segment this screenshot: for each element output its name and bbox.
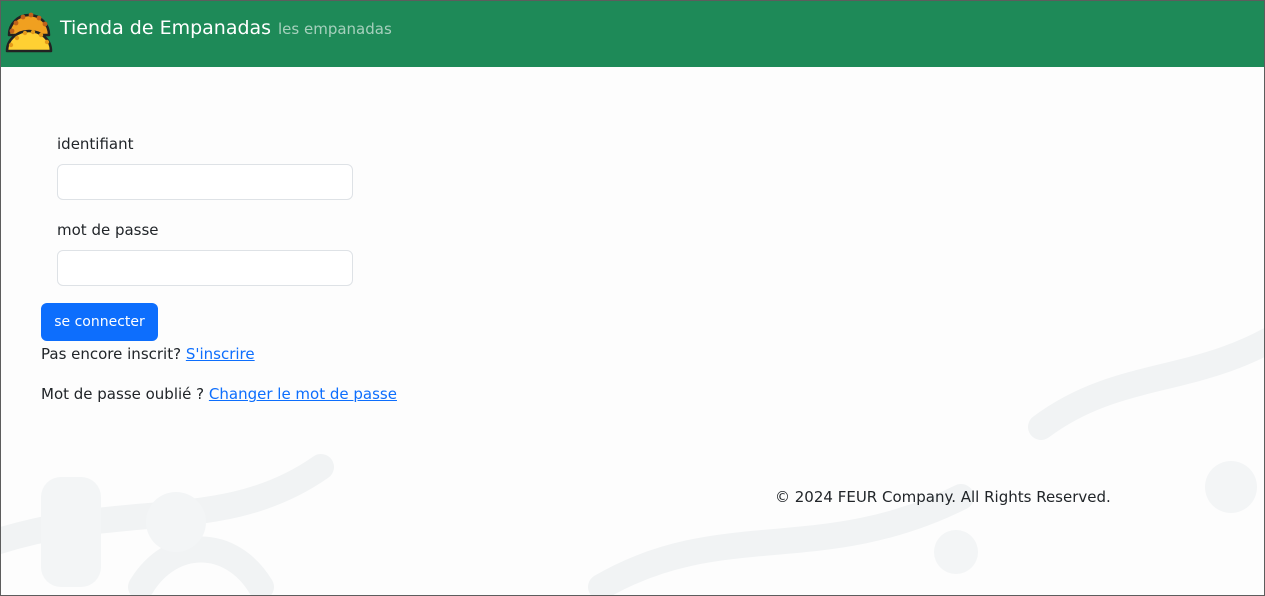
forgot-password-prompt: Mot de passe oublié ? Changer le mot de … (41, 385, 397, 403)
login-button[interactable]: se connecter (41, 303, 158, 341)
brand-link[interactable]: Tienda de Empanadas (5, 5, 271, 55)
empanada-logo-icon (5, 12, 53, 53)
login-page: identifiant mot de passe se connecter Pa… (1, 67, 1264, 595)
nav-link-empanadas[interactable]: les empanadas (278, 20, 392, 38)
brand-name: Tienda de Empanadas (60, 17, 272, 39)
footer-copyright: © 2024 FEUR Company. All Rights Reserved… (775, 488, 1111, 506)
password-label: mot de passe (57, 221, 159, 239)
signup-prompt-text: Pas encore inscrit? (41, 345, 182, 363)
app-window: Tienda de Empanadas les empanadas identi… (0, 0, 1265, 596)
signup-link[interactable]: S'inscrire (186, 345, 255, 363)
password-input[interactable] (57, 250, 353, 286)
top-navbar: Tienda de Empanadas les empanadas (1, 1, 1264, 67)
change-password-link[interactable]: Changer le mot de passe (209, 385, 397, 403)
signup-prompt: Pas encore inscrit? S'inscrire (41, 345, 255, 363)
username-label: identifiant (57, 135, 134, 153)
username-input[interactable] (57, 164, 353, 200)
forgot-password-text: Mot de passe oublié ? (41, 385, 205, 403)
